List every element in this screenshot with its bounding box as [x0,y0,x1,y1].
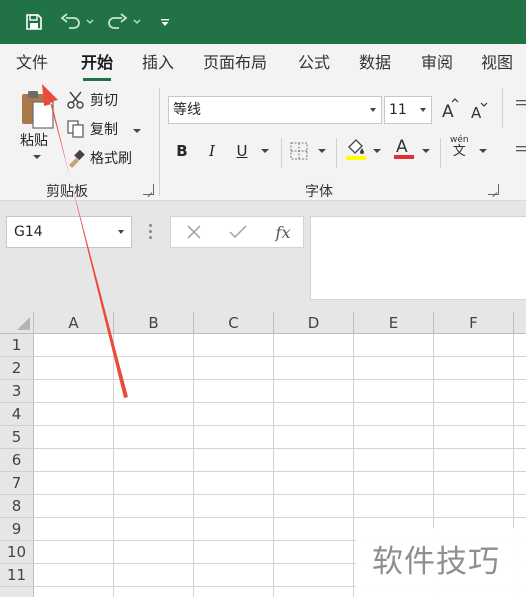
group-separator [440,138,441,168]
ribbon-tabs: 文件 开始 插入 页面布局 公式 数据 审阅 视图 [0,44,526,84]
tab-formulas[interactable]: 公式 [298,50,330,76]
group-separator [281,138,282,168]
tab-file[interactable]: 文件 [16,50,48,76]
enter-icon[interactable] [218,217,258,247]
format-painter-label: 格式刷 [90,151,132,167]
row-header[interactable]: 11 [0,564,34,587]
copy-button[interactable]: 复制 [66,119,118,139]
tab-view[interactable]: 视图 [481,50,513,76]
decrease-font-size-icon[interactable]: A [470,101,488,121]
row-header[interactable]: 5 [0,426,34,449]
column-header[interactable] [514,312,526,334]
undo-icon[interactable] [60,8,82,36]
name-box[interactable]: G14 [6,216,132,248]
row-header[interactable]: 8 [0,495,34,518]
clipboard-launcher-icon[interactable] [143,184,154,195]
name-box-value: G14 [14,224,43,240]
paintbrush-icon [66,148,86,168]
watermark-text: 软件技巧 [372,544,500,580]
font-color-dropdown-icon[interactable] [422,149,430,153]
format-painter-button[interactable]: 格式刷 [66,148,132,168]
phonetic-guide-icon[interactable]: wén 文 [450,136,469,159]
cut-button[interactable]: 剪切 [66,90,118,110]
paste-icon[interactable] [18,88,58,132]
column-header[interactable]: E [354,312,434,334]
border-dropdown-icon[interactable] [318,149,326,153]
increase-font-size-icon[interactable]: A [441,98,459,120]
italic-button[interactable]: I [201,140,223,162]
redo-icon[interactable] [106,8,128,36]
row-header[interactable]: 10 [0,541,34,564]
font-color-icon[interactable]: A [393,136,415,160]
group-separator [336,138,337,168]
customize-toolbar-icon[interactable] [160,8,170,36]
chevron-down-icon [420,108,426,112]
select-all-button[interactable] [0,312,34,334]
column-header[interactable]: B [114,312,194,334]
font-size-select[interactable]: 11 [384,96,432,124]
copy-dropdown-icon[interactable] [133,129,141,133]
copy-label: 复制 [90,122,118,138]
title-bar [0,0,526,44]
copy-icon [66,119,86,139]
phonetic-dropdown-icon[interactable] [479,149,487,153]
align-top-icon[interactable] [516,98,526,110]
font-name-select[interactable]: 等线 [168,96,382,124]
column-header[interactable]: A [34,312,114,334]
align-middle-icon[interactable] [516,144,526,156]
svg-text:A: A [471,104,482,121]
paste-dropdown-icon[interactable] [33,155,41,159]
cancel-icon[interactable] [174,217,214,247]
ribbon: 粘贴 剪切 复制 格式刷 剪贴板 等线 11 A A B I U A wén 文… [0,84,526,201]
row-header[interactable] [0,587,34,597]
row-header[interactable]: 4 [0,403,34,426]
row-header[interactable]: 7 [0,472,34,495]
border-icon[interactable] [289,141,309,161]
redo-dropdown-icon[interactable] [133,8,141,36]
row-header[interactable]: 1 [0,334,34,357]
group-separator [502,88,503,128]
tab-review[interactable]: 审阅 [421,50,453,76]
group-separator [159,88,160,196]
underline-button[interactable]: U [231,140,253,162]
column-header[interactable]: D [274,312,354,334]
excel-window: 文件 开始 插入 页面布局 公式 数据 审阅 视图 粘贴 剪切 复制 格式刷 剪… [0,0,526,597]
formula-bar: G14 fx [0,201,526,312]
cut-label: 剪切 [90,93,118,109]
underline-dropdown-icon[interactable] [261,149,269,153]
watermark: 软件技巧 [356,528,526,597]
tab-page-layout[interactable]: 页面布局 [203,50,267,76]
fill-color-icon[interactable] [345,137,367,161]
row-header[interactable]: 6 [0,449,34,472]
formula-input[interactable] [310,216,526,300]
tab-home[interactable]: 开始 [81,50,113,81]
row-header[interactable]: 2 [0,357,34,380]
tab-data[interactable]: 数据 [359,50,391,76]
svg-text:A: A [442,102,454,120]
font-group-label: 字体 [305,184,333,200]
font-launcher-icon[interactable] [488,184,499,195]
clipboard-group-label: 剪贴板 [46,184,88,200]
formula-buttons: fx [170,216,304,248]
insert-function-button[interactable]: fx [263,217,303,247]
bold-button[interactable]: B [171,140,193,162]
column-header[interactable]: C [194,312,274,334]
chevron-down-icon [118,230,124,234]
resize-grip-icon[interactable] [149,224,152,240]
font-size-value: 11 [389,102,407,118]
phonetic-char: 文 [452,144,466,159]
chevron-down-icon [370,108,376,112]
row-header[interactable]: 3 [0,380,34,403]
fill-color-dropdown-icon[interactable] [373,149,381,153]
row-header[interactable]: 9 [0,518,34,541]
scissors-icon [66,90,86,110]
tab-insert[interactable]: 插入 [142,50,174,76]
font-name-value: 等线 [173,102,201,118]
paste-button[interactable]: 粘贴 [20,130,48,150]
undo-dropdown-icon[interactable] [86,8,94,36]
svg-text:A: A [396,137,408,157]
save-icon[interactable] [24,8,44,36]
column-header[interactable]: F [434,312,514,334]
